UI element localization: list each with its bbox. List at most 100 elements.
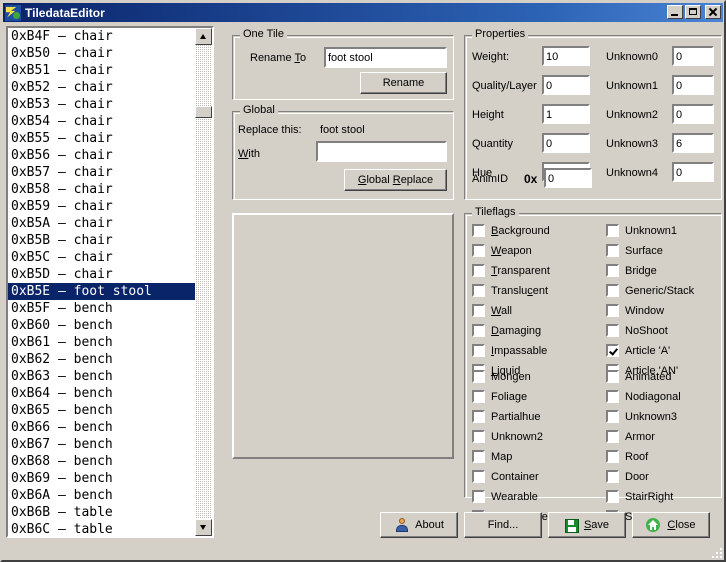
- checkbox-box[interactable]: [472, 430, 485, 443]
- tile-list-item[interactable]: 0xB64 – bench: [8, 385, 198, 402]
- tile-list-item[interactable]: 0xB54 – chair: [8, 113, 198, 130]
- checkbox-box[interactable]: [472, 450, 485, 463]
- tile-list-item[interactable]: 0xB55 – chair: [8, 130, 198, 147]
- tile-list-item[interactable]: 0xB53 – chair: [8, 96, 198, 113]
- tileflag-checkbox[interactable]: Weapon: [472, 244, 532, 257]
- tileflag-checkbox[interactable]: Armor: [606, 430, 655, 443]
- tileflag-checkbox[interactable]: Roof: [606, 450, 648, 463]
- tile-list-item[interactable]: 0xB66 – bench: [8, 419, 198, 436]
- scroll-down-button[interactable]: [195, 519, 212, 536]
- checkbox-box[interactable]: [606, 430, 619, 443]
- checkbox-box[interactable]: [472, 284, 485, 297]
- tileflag-checkbox[interactable]: NoShoot: [606, 324, 668, 337]
- tile-list-item[interactable]: 0xB5C – chair: [8, 249, 198, 266]
- tileflag-checkbox[interactable]: Container: [472, 470, 539, 483]
- property-input[interactable]: 6: [672, 133, 714, 153]
- checkbox-box[interactable]: [606, 264, 619, 277]
- checkbox-box[interactable]: [472, 324, 485, 337]
- tile-list-item[interactable]: 0xB57 – chair: [8, 164, 198, 181]
- with-input[interactable]: [316, 141, 447, 162]
- checkbox-box[interactable]: [472, 470, 485, 483]
- checkbox-box[interactable]: [472, 224, 485, 237]
- property-input[interactable]: 0: [672, 75, 714, 95]
- tile-list[interactable]: 0xB4F – chair 0xB50 – chair 0xB51 – chair 0…: [6, 26, 214, 538]
- resize-grip[interactable]: [710, 546, 722, 558]
- tile-list-item[interactable]: 0xB69 – bench: [8, 470, 198, 487]
- app-icon[interactable]: [5, 4, 21, 21]
- tile-list-item[interactable]: 0xB62 – bench: [8, 351, 198, 368]
- tileflag-checkbox[interactable]: Surface: [606, 244, 663, 257]
- checkbox-box[interactable]: [472, 264, 485, 277]
- checkbox-box[interactable]: [472, 490, 485, 503]
- tile-list-item[interactable]: 0xB65 – bench: [8, 402, 198, 419]
- tile-list-item[interactable]: 0xB63 – bench: [8, 368, 198, 385]
- tileflag-checkbox[interactable]: Map: [472, 450, 512, 463]
- property-input[interactable]: 1: [542, 104, 590, 124]
- tile-list-item[interactable]: 0xB6B – table: [8, 504, 198, 521]
- tileflag-checkbox[interactable]: Article 'A': [606, 344, 670, 357]
- close-button[interactable]: Close: [632, 512, 710, 538]
- checkbox-box[interactable]: [606, 470, 619, 483]
- tile-list-item[interactable]: 0xB6A – bench: [8, 487, 198, 504]
- checkbox-box[interactable]: [606, 490, 619, 503]
- tileflag-checkbox[interactable]: Transparent: [472, 264, 550, 277]
- tileflag-checkbox[interactable]: StairRight: [606, 490, 673, 503]
- tile-list-item[interactable]: 0xB5A – chair: [8, 215, 198, 232]
- checkbox-box[interactable]: [606, 450, 619, 463]
- save-button[interactable]: Save: [548, 512, 626, 538]
- rename-to-input[interactable]: foot stool: [324, 47, 447, 68]
- tileflag-checkbox[interactable]: Unknown1: [606, 224, 677, 237]
- maximize-button[interactable]: [685, 5, 701, 19]
- tile-list-item[interactable]: 0xB56 – chair: [8, 147, 198, 164]
- tileflag-checkbox[interactable]: Nodiagonal: [606, 390, 681, 403]
- tile-list-item[interactable]: 0xB61 – bench: [8, 334, 198, 351]
- property-input[interactable]: 0: [672, 46, 714, 66]
- minimize-button[interactable]: [667, 5, 683, 19]
- tile-list-scrollbar[interactable]: [195, 28, 212, 536]
- tileflag-checkbox[interactable]: Wearable: [472, 490, 538, 503]
- rename-button[interactable]: Rename: [360, 72, 447, 94]
- checkbox-box[interactable]: [606, 224, 619, 237]
- global-replace-button[interactable]: Global Replace: [344, 169, 447, 191]
- tileflag-checkbox[interactable]: Animated: [606, 370, 671, 383]
- tileflag-checkbox[interactable]: Mongen: [472, 370, 531, 383]
- tileflag-checkbox[interactable]: Partialhue: [472, 410, 541, 423]
- checkbox-box[interactable]: [472, 244, 485, 257]
- tile-list-item[interactable]: 0xB50 – chair: [8, 45, 198, 62]
- tileflag-checkbox[interactable]: Translucent: [472, 284, 548, 297]
- checkbox-box[interactable]: [606, 410, 619, 423]
- checkbox-box[interactable]: [606, 324, 619, 337]
- property-input[interactable]: 0: [672, 104, 714, 124]
- tileflag-checkbox[interactable]: Wall: [472, 304, 512, 317]
- tile-list-item[interactable]: 0xB5E – foot stool: [8, 283, 198, 300]
- tile-list-item[interactable]: 0xB5B – chair: [8, 232, 198, 249]
- find-button[interactable]: Find...: [464, 512, 542, 538]
- title-bar[interactable]: TiledataEditor: [3, 3, 723, 22]
- checkbox-box[interactable]: [606, 390, 619, 403]
- close-button[interactable]: [705, 5, 721, 19]
- tile-list-item[interactable]: 0xB4F – chair: [8, 28, 198, 45]
- tileflag-checkbox[interactable]: Background: [472, 224, 550, 237]
- property-input[interactable]: 10: [542, 46, 590, 66]
- tile-list-item[interactable]: 0xB59 – chair: [8, 198, 198, 215]
- tile-list-item[interactable]: 0xB68 – bench: [8, 453, 198, 470]
- tile-list-item[interactable]: 0xB60 – bench: [8, 317, 198, 334]
- property-input[interactable]: 0: [542, 75, 590, 95]
- tileflag-checkbox[interactable]: Door: [606, 470, 649, 483]
- property-input[interactable]: 0: [672, 162, 714, 182]
- checkbox-box[interactable]: [606, 304, 619, 317]
- tile-list-item[interactable]: 0xB67 – bench: [8, 436, 198, 453]
- scrollbar-thumb[interactable]: [195, 106, 212, 118]
- checkbox-box[interactable]: [472, 410, 485, 423]
- property-input[interactable]: 0: [542, 133, 590, 153]
- checkbox-box[interactable]: [606, 244, 619, 257]
- tile-list-item[interactable]: 0xB5D – chair: [8, 266, 198, 283]
- scroll-up-button[interactable]: [195, 28, 212, 45]
- tileflag-checkbox[interactable]: Unknown2: [472, 430, 543, 443]
- animid-input[interactable]: 0: [544, 168, 592, 188]
- tileflag-checkbox[interactable]: Window: [606, 304, 664, 317]
- checkbox-box[interactable]: [472, 370, 485, 383]
- tile-list-item[interactable]: 0xB5F – bench: [8, 300, 198, 317]
- about-button[interactable]: About: [380, 512, 458, 538]
- checkbox-box[interactable]: [472, 304, 485, 317]
